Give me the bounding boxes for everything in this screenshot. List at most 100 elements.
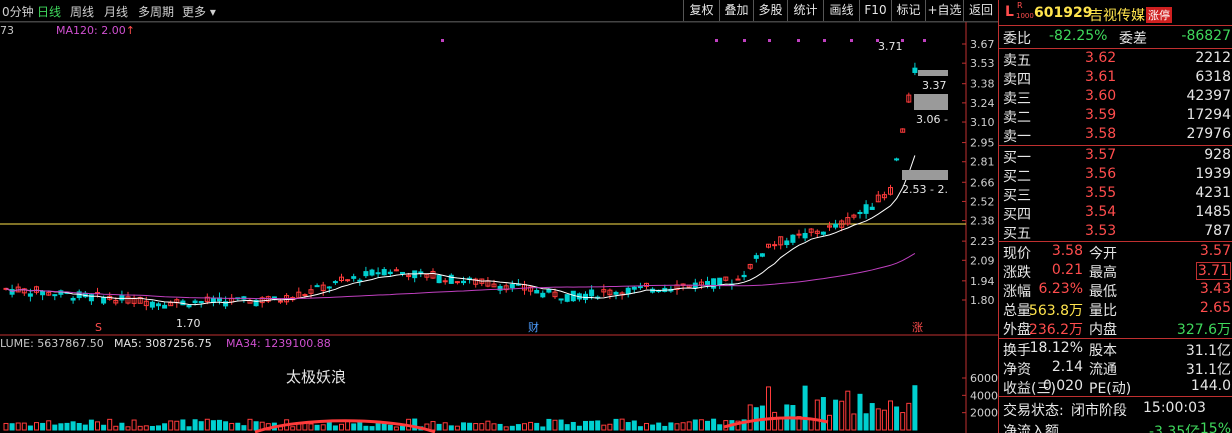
mark-button[interactable]: 标记 bbox=[891, 0, 925, 21]
volume-bar bbox=[485, 420, 491, 431]
volume-bar bbox=[15, 422, 21, 431]
candle-body bbox=[363, 271, 369, 277]
volume-bar bbox=[674, 423, 680, 431]
volume-bar bbox=[662, 425, 668, 431]
volume-bar bbox=[668, 422, 674, 431]
candle-body bbox=[149, 301, 155, 308]
volume-bar bbox=[363, 425, 369, 431]
volume-bar bbox=[589, 420, 595, 431]
candle-body bbox=[70, 297, 76, 301]
stat-row: 总量 563.8万 量比 2.65 bbox=[999, 300, 1232, 319]
volume-bar bbox=[210, 420, 216, 431]
stat-label-2: 量比 bbox=[1089, 303, 1117, 319]
volume-bar bbox=[534, 422, 540, 431]
candle-body bbox=[784, 240, 790, 246]
ask-price: 3.62 bbox=[1085, 50, 1117, 66]
kline-chart[interactable]: 3.67 3.53 3.38 3.24 3.10 2.95 2.81 2.66 2.52 2.38… bbox=[0, 22, 998, 433]
volume-bar bbox=[503, 426, 509, 431]
candle-body bbox=[332, 281, 338, 284]
stat-label: 总量 bbox=[1003, 303, 1031, 319]
fund-label-2: 流通 bbox=[1089, 362, 1117, 378]
volume-bar bbox=[58, 423, 64, 431]
net-inflow-value: -3.35亿 bbox=[1149, 424, 1200, 433]
ask-row: 卖四 3.61 6318 bbox=[999, 69, 1232, 88]
kline-svg[interactable]: 3.67 3.53 3.38 3.24 3.10 2.95 2.81 2.66 2.52 2.38… bbox=[0, 22, 998, 433]
ask-price: 3.58 bbox=[1085, 126, 1117, 142]
volume-bar bbox=[339, 423, 344, 431]
price-tick-label: 2.66 bbox=[970, 176, 995, 189]
signal-dot bbox=[923, 39, 926, 42]
multi-stock-button[interactable]: 多股 bbox=[753, 0, 787, 21]
ma-short-line bbox=[5, 155, 916, 306]
price-tick-label: 3.53 bbox=[970, 57, 995, 70]
volume-bar bbox=[552, 419, 558, 431]
volume-bar bbox=[766, 386, 771, 431]
candle-body bbox=[442, 280, 448, 283]
volume-bar bbox=[705, 420, 710, 431]
volume-bar bbox=[308, 423, 314, 431]
fund-value-2: 31.1亿 bbox=[1185, 343, 1231, 359]
fuquan-button[interactable]: 复权 bbox=[683, 0, 719, 21]
period-tab-monthly[interactable]: 月线 bbox=[104, 3, 128, 20]
volume-bar bbox=[387, 424, 393, 431]
volume-bar bbox=[52, 424, 58, 431]
volume-bar bbox=[3, 422, 9, 431]
weibi-value: -82.25% bbox=[1049, 28, 1108, 44]
candle-body bbox=[345, 279, 351, 282]
bid-price: 3.53 bbox=[1085, 223, 1117, 239]
volume-bar bbox=[82, 424, 88, 431]
volume-bar bbox=[381, 422, 387, 431]
f10-button[interactable]: F10 bbox=[859, 0, 891, 21]
volume-bar bbox=[747, 404, 753, 431]
volume-bar bbox=[461, 422, 466, 431]
volume-bar bbox=[473, 423, 479, 431]
stat-value-2: 3.71 bbox=[1195, 262, 1231, 280]
volume-bar bbox=[613, 418, 619, 431]
candle-body bbox=[418, 271, 424, 274]
signal-dot bbox=[850, 39, 853, 42]
period-tab-minute[interactable]: 0分钟 bbox=[2, 3, 34, 20]
candle-body bbox=[461, 280, 466, 284]
stats-button[interactable]: 统计 bbox=[787, 0, 823, 21]
volume-bar bbox=[515, 424, 521, 431]
volume-bar bbox=[912, 385, 918, 431]
back-button[interactable]: 返回 bbox=[963, 0, 998, 21]
candle-body bbox=[119, 294, 125, 301]
bid-volume: 928 bbox=[1204, 147, 1231, 163]
volume-bar bbox=[64, 422, 70, 431]
candle-body bbox=[314, 285, 320, 288]
overlay-button[interactable]: 叠加 bbox=[719, 0, 753, 21]
price-band-1 bbox=[918, 70, 948, 76]
candle-body bbox=[326, 286, 332, 289]
add-watchlist-button[interactable]: +自选 bbox=[925, 0, 963, 21]
volume-legend: LUME: 5637867.50 bbox=[0, 337, 104, 350]
ma120-up-arrow: ↑ bbox=[125, 24, 135, 37]
candle-body bbox=[52, 294, 58, 297]
candle-body bbox=[583, 293, 588, 300]
ask-volume: 42397 bbox=[1186, 88, 1231, 104]
bid-price: 3.55 bbox=[1085, 185, 1117, 201]
stat-label-2: 最高 bbox=[1089, 265, 1117, 281]
ask-volume: 6318 bbox=[1195, 69, 1231, 85]
ask-row: 卖一 3.58 27976 bbox=[999, 126, 1232, 145]
level-sup: R bbox=[1017, 1, 1023, 10]
volume-bar bbox=[851, 413, 857, 431]
weicha-label: 委差 bbox=[1119, 31, 1147, 47]
ask-row: 卖五 3.62 2212 bbox=[999, 50, 1232, 69]
weibi-label: 委比 bbox=[1003, 31, 1031, 47]
ma120-legend: MA120: 2.00↑ bbox=[56, 24, 135, 37]
signal-dot bbox=[901, 39, 904, 42]
period-tab-weekly[interactable]: 周线 bbox=[70, 3, 94, 20]
candle-body bbox=[27, 293, 33, 297]
fundamental-row: 收益(三) 0.020 PE(动) 144.0 bbox=[999, 378, 1232, 397]
draw-line-button[interactable]: 画线 bbox=[823, 0, 859, 21]
price-tick-label: 3.10 bbox=[970, 116, 995, 129]
volume-bar bbox=[143, 425, 149, 431]
period-tab-daily[interactable]: 日线 bbox=[37, 3, 61, 20]
period-tab-more[interactable]: 更多 ▾ bbox=[182, 3, 216, 20]
volume-bar bbox=[717, 424, 723, 431]
fund-value: 0.020 bbox=[1042, 378, 1083, 394]
bid-price: 3.54 bbox=[1085, 204, 1117, 220]
period-tab-multi[interactable]: 多周期 bbox=[138, 3, 174, 20]
trade-status-time: 15:00:03 bbox=[1143, 400, 1206, 416]
